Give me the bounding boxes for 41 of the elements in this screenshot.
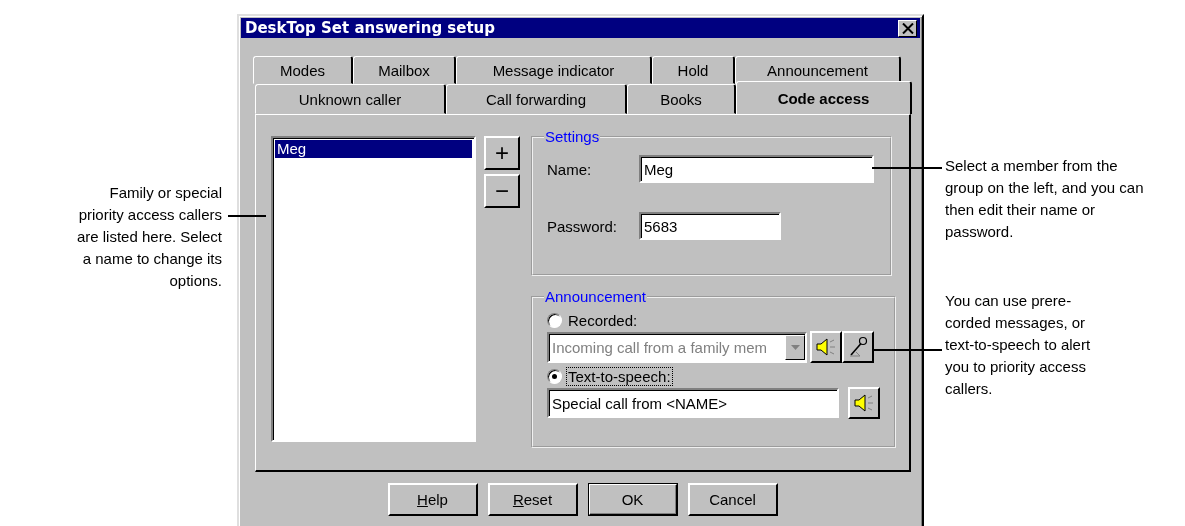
leader-line: [228, 215, 266, 217]
dialog-button[interactable]: Reset: [487, 483, 578, 516]
tab[interactable]: Mailbox: [353, 56, 456, 84]
tab[interactable]: Unknown caller: [255, 84, 446, 114]
tab[interactable]: Message indicator: [456, 56, 652, 84]
leader-line: [874, 349, 942, 351]
name-field[interactable]: Meg: [639, 155, 874, 183]
add-button[interactable]: +: [484, 136, 520, 170]
speaker-icon: [853, 392, 875, 414]
radio-button[interactable]: [547, 368, 562, 384]
field-label: Name:: [547, 160, 593, 178]
leader-line: [872, 167, 942, 169]
dialog-button[interactable]: Cancel: [687, 483, 778, 516]
speaker-icon: [815, 336, 837, 358]
annotation-text: Select a member from the group on the left, and you can then edit their name or password.: [945, 156, 1145, 242]
dialog-button[interactable]: OK: [587, 483, 678, 516]
record-button[interactable]: [842, 331, 874, 363]
radio-label[interactable]: Text-to-speech:: [566, 366, 673, 386]
tab[interactable]: Modes: [253, 56, 353, 84]
annotation-text: Family or special priority access callers are listed here. Select a name to change its options.: [75, 183, 222, 291]
tab[interactable]: Announcement: [735, 56, 901, 84]
speech-text-field[interactable]: Special call from <NAME>: [547, 388, 839, 418]
dialog-button[interactable]: Help: [387, 483, 478, 516]
tab[interactable]: Call forwarding: [446, 84, 627, 114]
member-list[interactable]: Meg: [271, 136, 476, 442]
field-label: Password:: [547, 217, 619, 235]
window-title: DeskTop Set answering setup: [245, 19, 496, 37]
close-icon: [901, 22, 914, 34]
group-title: Announcement: [544, 288, 647, 305]
play-button[interactable]: [810, 331, 842, 363]
tab[interactable]: Hold: [652, 56, 735, 84]
tab[interactable]: Code access: [736, 81, 912, 114]
close-button[interactable]: [898, 19, 917, 37]
microphone-icon: [847, 336, 869, 358]
password-field[interactable]: 5683: [639, 212, 781, 240]
remove-button[interactable]: −: [484, 174, 520, 208]
tab[interactable]: Books: [627, 84, 736, 114]
group-title: Settings: [544, 128, 601, 145]
play-button[interactable]: [848, 387, 880, 419]
annotation-text: You can use prere-corded messages, or text-to-speech to alert you to priority access callers.: [945, 291, 1092, 399]
member-item[interactable]: Meg: [275, 140, 472, 158]
